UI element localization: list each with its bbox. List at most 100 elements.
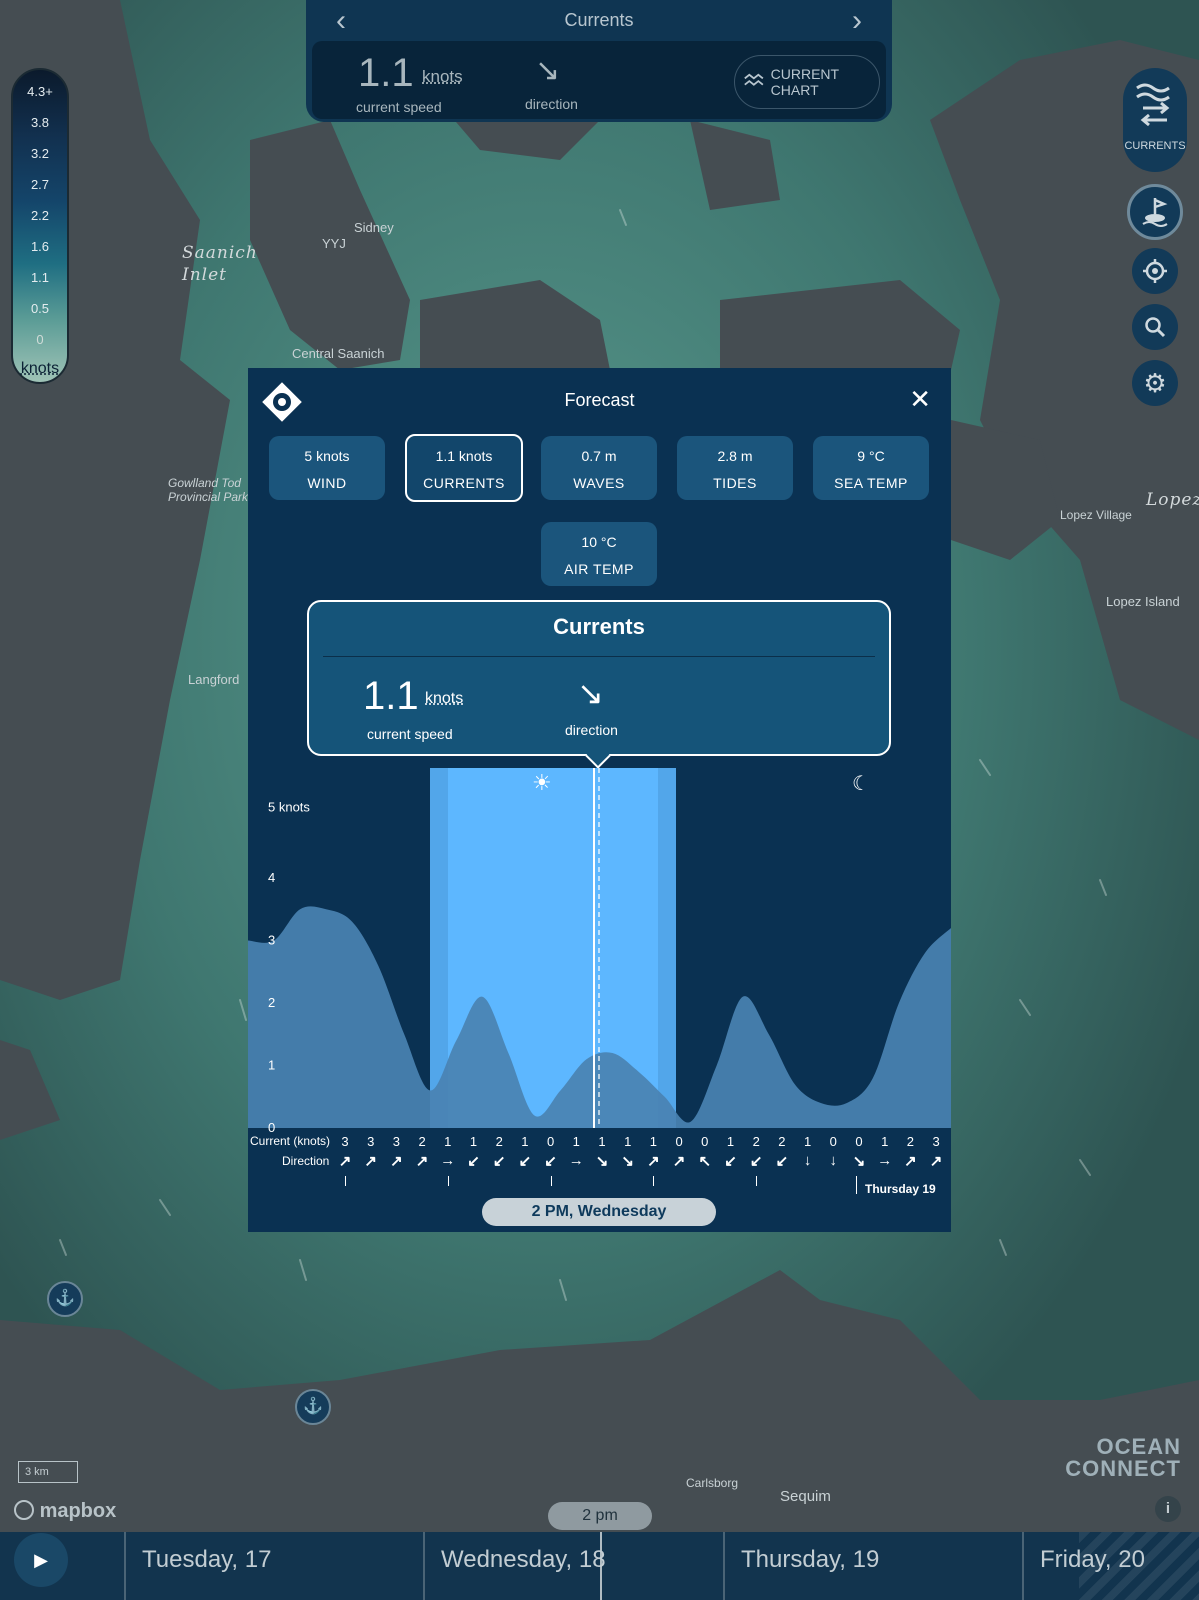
current-cell: 3 <box>341 1134 349 1149</box>
day-separator <box>423 1532 425 1600</box>
chip-tides[interactable]: 2.8 m TIDES <box>677 436 793 500</box>
direction-arrow-icon: ↖ <box>698 1153 712 1170</box>
direction-arrow-icon: ↘ <box>577 675 604 711</box>
legend-value: 3.2 <box>30 146 50 161</box>
legend-unit[interactable]: knots <box>13 360 67 378</box>
direction-arrow-icon: ↙ <box>724 1153 737 1170</box>
current-speed-label: current speed <box>356 99 442 115</box>
day-separator <box>723 1532 725 1600</box>
direction-arrow-icon: ↙ <box>492 1153 506 1170</box>
current-cell: 1 <box>521 1134 529 1149</box>
current-cell: 2 <box>418 1134 426 1149</box>
chip-label: WAVES <box>573 475 625 491</box>
current-cell: 2 <box>778 1134 786 1149</box>
direction-arrow-icon: ↗ <box>364 1153 377 1170</box>
y-tick-label: 5 knots <box>268 800 310 815</box>
chip-currents[interactable]: 1.1 knots CURRENTS <box>405 434 523 502</box>
currents-chart-svg[interactable]: 5 knots 4 3 2 1 0 ☀ ☾ <box>248 768 951 1138</box>
map-label-yyj: YYJ <box>322 236 346 251</box>
timeline-day[interactable]: Tuesday, 17 <box>142 1546 271 1574</box>
mapbox-logo[interactable]: mapbox <box>14 1500 116 1523</box>
play-icon: ▶ <box>34 1549 48 1570</box>
gear-icon[interactable]: ⚙ <box>1132 360 1178 406</box>
marina-marker-icon[interactable]: ⚓ <box>47 1281 83 1317</box>
chip-value: 1.1 knots <box>435 448 493 464</box>
chevron-right-icon[interactable]: › <box>852 4 862 38</box>
mapbox-logo-icon <box>14 1500 34 1520</box>
direction-arrow-icon: ↙ <box>467 1153 480 1170</box>
current-cell: 0 <box>701 1134 709 1149</box>
direction-row-label: Direction <box>282 1154 330 1168</box>
chip-label: WIND <box>307 475 347 491</box>
current-speed-value: 1.1 <box>358 51 414 95</box>
current-chart-button[interactable]: CURRENT CHART <box>734 55 880 109</box>
chip-label: AIR TEMP <box>564 561 634 577</box>
timeline-day[interactable]: Thursday, 19 <box>741 1546 879 1574</box>
legend-value: 2.2 <box>30 208 50 223</box>
hour-tick <box>653 1176 655 1186</box>
info-icon[interactable]: i <box>1155 1496 1181 1522</box>
current-cell: 1 <box>649 1134 657 1149</box>
buoy-icon[interactable] <box>1127 184 1183 240</box>
chip-wind[interactable]: 5 knots WIND <box>269 436 385 500</box>
direction-label: direction <box>525 96 578 112</box>
chip-label: TIDES <box>713 475 757 491</box>
mapbox-label: mapbox <box>39 1500 117 1522</box>
tooltip-speed-unit[interactable]: knots <box>425 690 463 708</box>
direction-arrow-icon: ↘ <box>621 1153 634 1170</box>
currents-layer-icon <box>1136 83 1170 127</box>
currents-chart[interactable]: 5 knots 4 3 2 1 0 ☀ ☾ <box>248 768 951 1138</box>
locate-icon[interactable] <box>1132 248 1178 294</box>
ocean-connect-brand: OCEAN CONNECT <box>1065 1436 1181 1480</box>
legend-value: 3.8 <box>30 115 50 130</box>
legend-value: 0 <box>36 332 44 347</box>
map-label-lopez-village: Lopez Village <box>1060 508 1132 522</box>
play-button[interactable]: ▶ <box>14 1533 68 1587</box>
direction-arrow-icon: ↗ <box>904 1153 917 1170</box>
close-icon[interactable]: ✕ <box>909 384 931 415</box>
map-label-sequim: Sequim <box>780 1488 831 1505</box>
current-cell: 1 <box>624 1134 632 1149</box>
chip-sea-temp[interactable]: 9 °C SEA TEMP <box>813 436 929 500</box>
map-label-gowlland: Gowlland Tod Provincial Park <box>168 476 249 504</box>
brand-line-2: CONNECT <box>1065 1456 1181 1481</box>
speed-legend: 4.3+ 3.8 3.2 2.7 2.2 1.6 1.1 0.5 0 knots <box>11 68 69 384</box>
current-cell: 2 <box>906 1134 914 1149</box>
current-cell: 3 <box>367 1134 375 1149</box>
search-icon[interactable] <box>1132 304 1178 350</box>
direction-arrow-icon: → <box>877 1152 893 1169</box>
legend-value: 1.6 <box>30 239 50 254</box>
current-cell: 1 <box>726 1134 735 1149</box>
direction-arrow-icon: ↓ <box>803 1152 812 1169</box>
y-tick-label: 3 <box>268 933 275 948</box>
direction-arrow-icon: ↗ <box>672 1153 686 1170</box>
chip-value: 0.7 m <box>581 448 617 464</box>
chip-waves[interactable]: 0.7 m WAVES <box>541 436 657 500</box>
marina-marker-icon[interactable]: ⚓ <box>295 1389 331 1425</box>
legend-value: 1.1 <box>30 270 50 285</box>
timeline-day[interactable]: Friday, 20 <box>1040 1546 1145 1574</box>
timeline-day[interactable]: Wednesday, 18 <box>441 1546 606 1574</box>
currents-layer-button[interactable]: CURRENTS <box>1123 68 1187 172</box>
current-cell: 3 <box>932 1134 940 1149</box>
chip-value: 9 °C <box>857 448 885 464</box>
map-label-carlsborg: Carlsborg <box>686 1476 739 1490</box>
current-cell: 1 <box>469 1134 478 1149</box>
chip-air-temp[interactable]: 10 °C AIR TEMP <box>541 522 657 586</box>
current-cell: 0 <box>829 1134 837 1149</box>
brand-line-1: OCEAN <box>1096 1434 1181 1459</box>
tooltip-title: Currents <box>553 614 645 639</box>
current-cell: 1 <box>803 1134 812 1149</box>
selected-time-pill[interactable]: 2 PM, Wednesday <box>482 1198 716 1226</box>
moon-icon: ☾ <box>852 771 870 795</box>
tooltip-speed-value: 1.1 <box>363 674 419 718</box>
current-cell: 1 <box>881 1134 889 1149</box>
current-time-pill[interactable]: 2 pm <box>548 1502 652 1530</box>
current-speed-unit[interactable]: knots <box>422 67 463 87</box>
chip-label: CURRENTS <box>423 475 505 491</box>
y-tick-label: 2 <box>268 995 275 1010</box>
legend-value: 0.5 <box>30 301 50 316</box>
current-chart-label: CURRENT CHART <box>770 66 839 98</box>
legend-value: 2.7 <box>30 177 50 192</box>
direction-arrow-icon: ↙ <box>775 1153 789 1170</box>
